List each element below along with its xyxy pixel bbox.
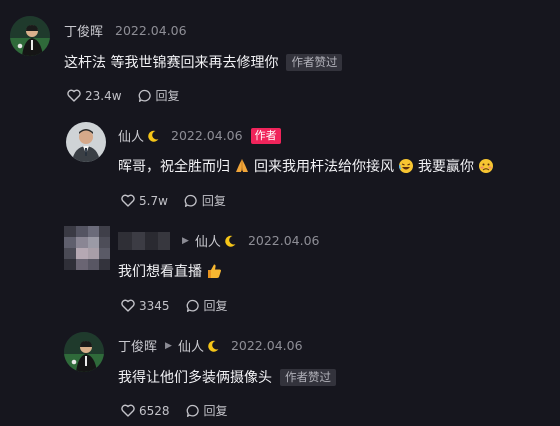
- comment-thread: 丁俊晖 2022.04.06 这杆法 等我世锦赛回来再去修理你 作者赞过 23.…: [0, 0, 560, 426]
- comment-text: 我们想看直播: [118, 264, 202, 280]
- reply-arrow-icon: ▶: [182, 235, 189, 246]
- comment-date: 2022.04.06: [115, 23, 187, 38]
- heart-outline-icon: [121, 194, 135, 207]
- speech-bubble-icon: [138, 89, 151, 102]
- heart-outline-icon: [67, 89, 81, 102]
- comment-text: 这杆法 等我世锦赛回来再去修理你: [64, 55, 279, 71]
- reply-button[interactable]: 回复: [184, 192, 226, 209]
- like-count: 6528: [139, 403, 170, 418]
- comment-date: 2022.04.06: [247, 233, 320, 248]
- like-button[interactable]: 3345: [121, 299, 170, 313]
- comment-text: 我得让他们多装俩摄像头: [118, 370, 272, 386]
- reply-button[interactable]: 回复: [186, 297, 228, 314]
- comment-1-actions: 23.4w 回复: [67, 87, 180, 104]
- speech-bubble-icon: [186, 404, 199, 417]
- reply-button[interactable]: 回复: [186, 402, 228, 419]
- comment-text-part: 我要赢你: [418, 159, 474, 175]
- like-button[interactable]: 6528: [121, 404, 170, 418]
- like-button[interactable]: 5.7w: [121, 194, 168, 208]
- author-liked-tag: 作者赞过: [280, 368, 336, 386]
- speech-bubble-icon: [186, 299, 199, 312]
- author-tag: 作者: [250, 127, 281, 144]
- comment-date: 2022.04.06: [171, 128, 243, 143]
- reply-label: 回复: [201, 194, 226, 208]
- like-button[interactable]: 23.4w: [67, 89, 122, 103]
- reply-label: 回复: [155, 89, 180, 103]
- comment-4-actions: 6528 回复: [121, 402, 228, 419]
- praying-hands-icon: [236, 159, 248, 172]
- crescent-moon-icon: [148, 130, 159, 142]
- comment-4-meta: 丁俊晖 ▶ 仙人 2022.04.06: [118, 336, 303, 355]
- comment-2-meta: 仙人 2022.04.06 作者: [118, 126, 281, 145]
- comment-3-body: 我们想看直播: [118, 261, 226, 281]
- comment-2-actions: 5.7w 回复: [121, 192, 226, 209]
- comment-author[interactable]: 丁俊晖: [64, 21, 103, 40]
- avatar-xianren[interactable]: [66, 122, 106, 162]
- heart-outline-icon: [121, 299, 135, 312]
- heart-outline-icon: [121, 404, 135, 417]
- comment-3-meta: ▶ 仙人 2022.04.06: [118, 231, 320, 250]
- like-count: 5.7w: [139, 193, 168, 208]
- crescent-moon-icon: [225, 235, 236, 247]
- comment-3-actions: 3345 回复: [121, 297, 228, 314]
- comment-2-body: 晖哥，祝全胜而归 回来我用杆法给你接风 我要赢你: [118, 156, 498, 176]
- thumbs-up-icon: [208, 264, 222, 278]
- comment-1-meta: 丁俊晖 2022.04.06: [64, 21, 187, 40]
- avatar-ding[interactable]: [64, 332, 104, 372]
- like-count: 3345: [139, 298, 170, 313]
- reply-label: 回复: [203, 299, 228, 313]
- like-count: 23.4w: [85, 88, 122, 103]
- comment-text-part: 晖哥，祝全胜而归: [118, 159, 230, 175]
- crescent-moon-icon: [208, 340, 219, 352]
- comment-author[interactable]: 仙人: [118, 126, 144, 145]
- avatar-ding[interactable]: [10, 16, 50, 56]
- reply-button[interactable]: 回复: [138, 87, 180, 104]
- comment-author[interactable]: 丁俊晖: [118, 336, 157, 355]
- reply-arrow-icon: ▶: [165, 340, 172, 351]
- reply-to-author[interactable]: 仙人: [178, 336, 204, 355]
- author-liked-tag: 作者赞过: [286, 53, 343, 71]
- speech-bubble-icon: [184, 194, 197, 207]
- comment-text-part: 回来我用杆法给你接风: [254, 159, 394, 175]
- comment-4-body: 我得让他们多装俩摄像头 作者赞过: [118, 367, 336, 387]
- comment-1-body: 这杆法 等我世锦赛回来再去修理你 作者赞过: [64, 52, 343, 72]
- avatar-blurred[interactable]: [64, 226, 110, 270]
- shy-face-icon: [479, 159, 493, 173]
- laughing-face-icon: [399, 159, 413, 173]
- blurred-username[interactable]: [118, 231, 170, 250]
- reply-to-author[interactable]: 仙人: [195, 231, 221, 250]
- comment-date: 2022.04.06: [230, 338, 303, 353]
- reply-label: 回复: [203, 404, 228, 418]
